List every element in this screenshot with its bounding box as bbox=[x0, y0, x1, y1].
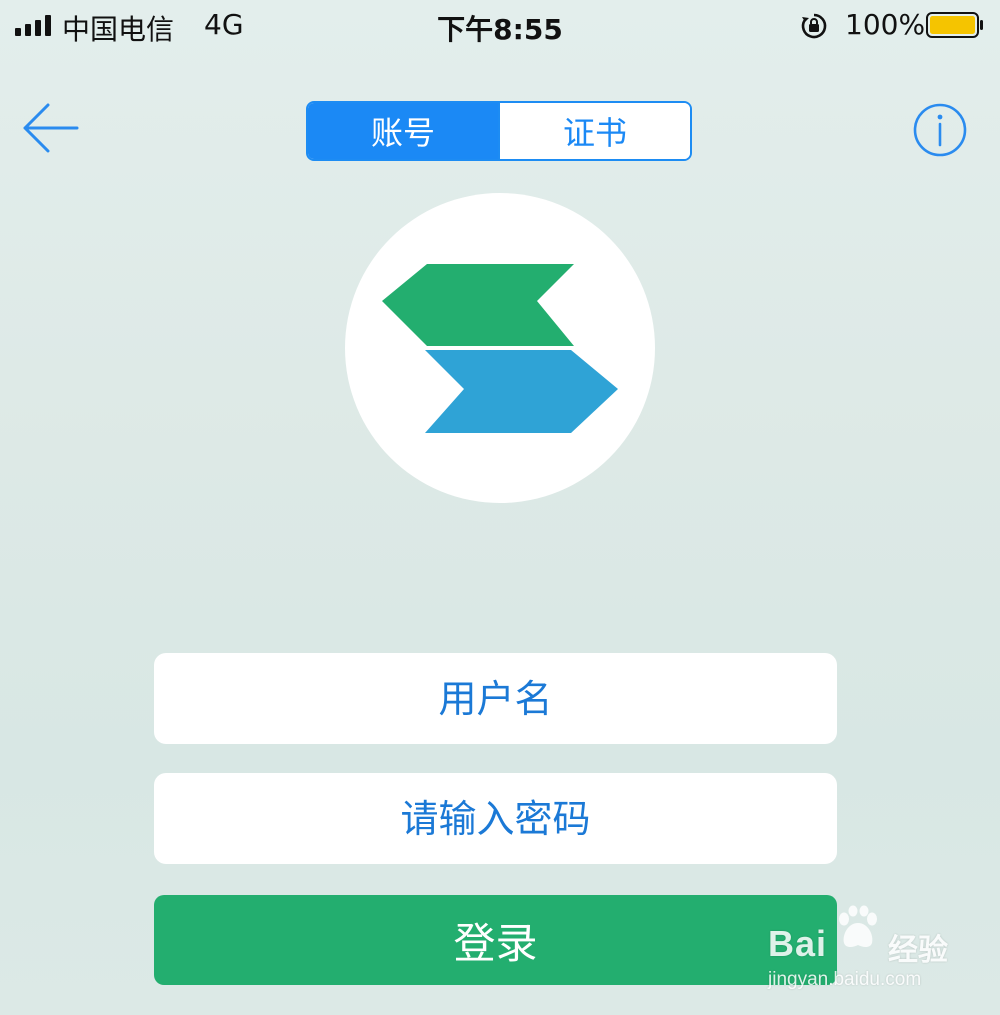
baidu-jingyan-watermark: Bai 经验 jingyan.baidu.com bbox=[768, 905, 968, 1000]
status-bar: 中国电信 4G 下午8:55 100% bbox=[0, 0, 1000, 52]
tab-certificate[interactable]: 证书 bbox=[498, 103, 690, 159]
watermark-brand: Bai bbox=[768, 923, 828, 964]
login-mode-segmented-control: 账号 证书 bbox=[306, 101, 692, 161]
battery-icon bbox=[926, 12, 983, 38]
login-button[interactable]: 登录 bbox=[154, 895, 837, 985]
password-input[interactable] bbox=[154, 772, 837, 865]
info-circle-icon[interactable] bbox=[912, 102, 968, 158]
password-field[interactable] bbox=[154, 772, 837, 865]
back-arrow-icon[interactable] bbox=[22, 100, 82, 156]
orientation-lock-icon bbox=[801, 13, 827, 39]
app-logo bbox=[345, 193, 655, 503]
watermark-brand-cn: 经验 bbox=[888, 934, 948, 967]
username-input[interactable] bbox=[154, 652, 837, 745]
paw-logo-icon bbox=[839, 905, 877, 947]
watermark-url: jingyan.baidu.com bbox=[768, 969, 922, 990]
app-logo-icon bbox=[382, 264, 618, 433]
tab-account[interactable]: 账号 bbox=[308, 103, 498, 159]
battery-percent: 100% bbox=[845, 8, 926, 41]
username-field[interactable] bbox=[154, 652, 837, 745]
